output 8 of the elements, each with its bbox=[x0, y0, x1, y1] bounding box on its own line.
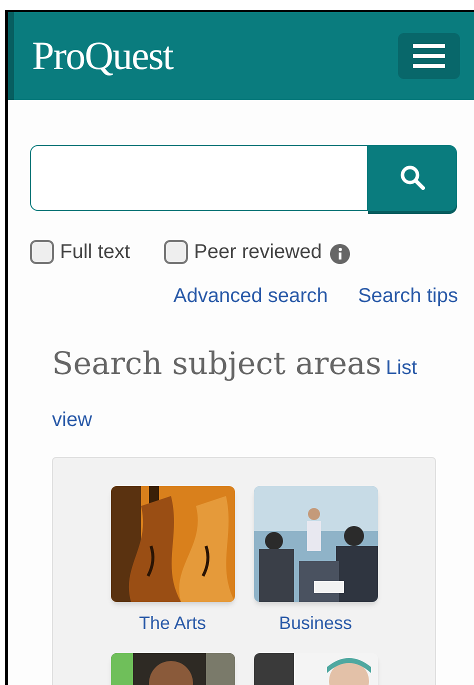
logo[interactable]: ProQuest bbox=[32, 26, 173, 86]
checkbox-label: Full text bbox=[60, 240, 130, 265]
subject-link[interactable]: The Arts bbox=[138, 610, 206, 637]
section-heading: Search subject areas List view bbox=[52, 345, 418, 433]
subject-link[interactable]: Business bbox=[278, 610, 352, 637]
link[interactable]: Advanced search bbox=[173, 281, 328, 311]
link[interactable]: Search tips bbox=[358, 281, 458, 311]
checkbox-label: Peer reviewed bbox=[194, 240, 322, 265]
